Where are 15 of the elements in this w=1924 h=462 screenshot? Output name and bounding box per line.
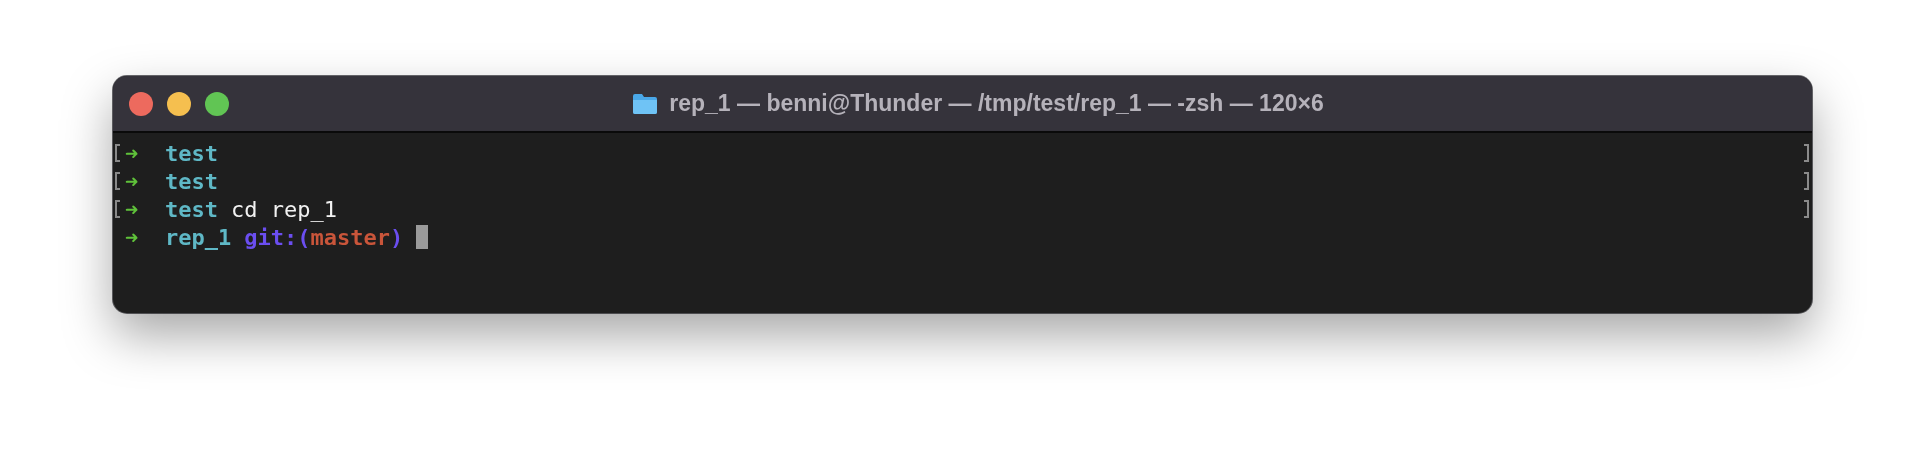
zoom-button[interactable] <box>205 91 229 116</box>
prompt-arrow: ➜ <box>125 140 140 166</box>
prompt-arrow: ➜ <box>125 196 140 222</box>
window-title: rep_1 — benni@Thunder — /tmp/test/rep_1 — -zsh — 120×6 <box>669 90 1324 117</box>
prompt-arrow: ➜ <box>125 168 140 194</box>
minimize-button[interactable] <box>167 91 191 116</box>
folder-icon <box>631 91 660 116</box>
close-button[interactable] <box>129 91 153 116</box>
git-status: git:(master) <box>244 224 404 250</box>
directory-name: rep_1 <box>165 224 232 250</box>
prompt-arrow: ➜ <box>125 224 140 250</box>
directory-name: test <box>165 168 218 194</box>
directory-name: test <box>165 196 218 222</box>
directory-name: test <box>165 140 218 166</box>
command-text: cd rep_1 <box>231 196 337 222</box>
